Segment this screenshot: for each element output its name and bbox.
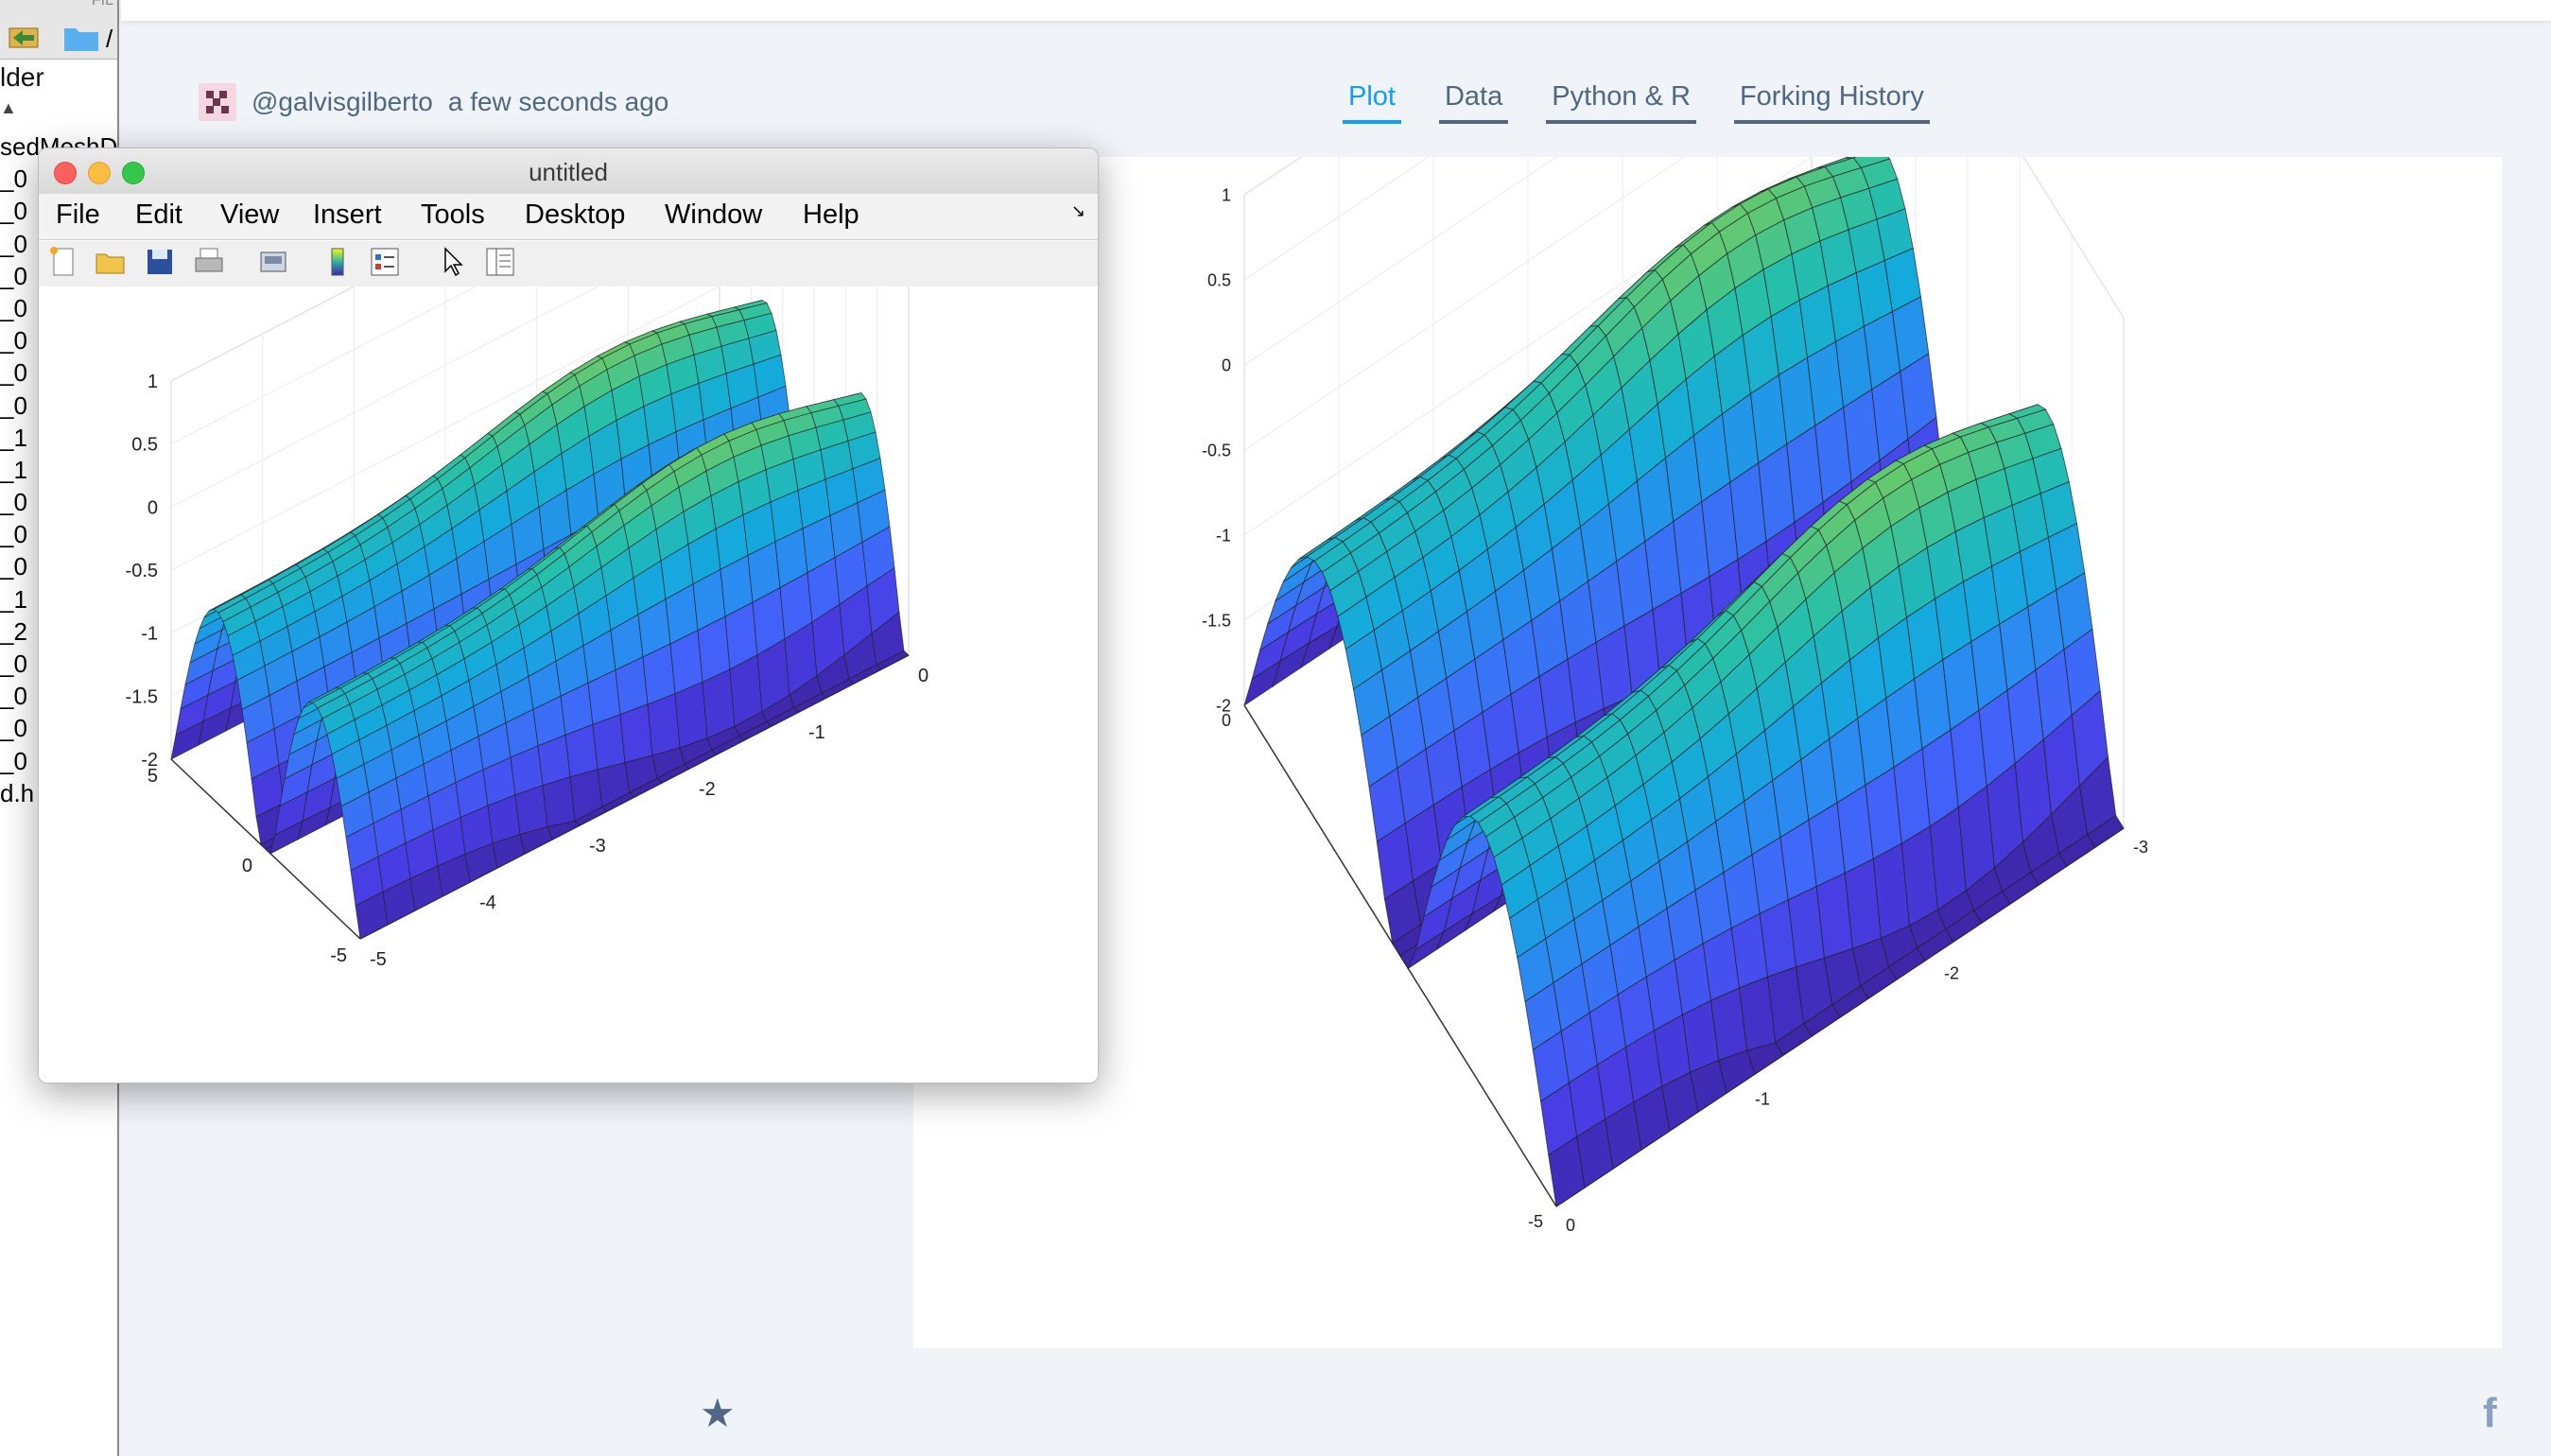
pointer-icon[interactable] <box>436 245 470 279</box>
z-tick-label: -0.5 <box>1202 441 1231 459</box>
pane-title-fragment: FIL <box>91 0 113 9</box>
surface-patch <box>542 776 576 828</box>
y-tick-label: 0 <box>1222 711 1231 730</box>
z-tick-label: -1.5 <box>1202 611 1231 630</box>
x-tick-label: -5 <box>370 949 387 970</box>
x-tick-label: -4 <box>479 893 496 913</box>
surface-patch <box>592 714 626 771</box>
z-tick-label: -1 <box>141 624 158 645</box>
folder-icon[interactable] <box>62 21 100 55</box>
site-header-bar <box>121 0 2551 21</box>
y-tick-label: -5 <box>1528 1212 1543 1231</box>
z-tick-label: -0.5 <box>126 561 158 581</box>
tab-data[interactable]: Data <box>1438 81 1509 124</box>
menu-file[interactable]: File <box>56 199 100 231</box>
z-tick-label: -1.5 <box>126 686 158 707</box>
z-tick-label: 1 <box>1222 185 1231 204</box>
star-icon[interactable]: ★ <box>700 1390 736 1436</box>
new-figure-icon[interactable] <box>46 245 80 279</box>
z-tick-label: 0 <box>148 497 158 518</box>
x-tick-label: -2 <box>699 779 716 800</box>
x-tick-label: -3 <box>589 836 606 857</box>
x-tick-label: -1 <box>1755 1090 1770 1109</box>
x-tick-label: 0 <box>918 666 928 686</box>
plotly-surface-chart[interactable]: 10.50-0.5-1-1.5-20-1-2-30-5 <box>913 0 2502 1348</box>
surface-patch <box>619 703 653 764</box>
surface-patch <box>647 693 681 756</box>
menu-tools[interactable]: Tools <box>421 199 485 231</box>
x-tick-label: -2 <box>1944 963 1959 982</box>
menu-desktop[interactable]: Desktop <box>525 199 625 231</box>
x-tick-label: -1 <box>808 722 825 743</box>
x-tick-label: 0 <box>1566 1216 1575 1235</box>
matlab-axes-area[interactable]: 1 0.5 0 -0.5 -1 -1.5 -2 -5 -4 -3 -2 -1 0 5 0 -5 <box>39 148 1098 1083</box>
plot-author: @galvisgilberto a few seconds ago <box>199 83 668 121</box>
dock-arrow-icon[interactable]: ↘ <box>1071 201 1085 221</box>
author-username[interactable]: @galvisgilberto <box>252 87 433 117</box>
column-header[interactable]: lder <box>0 62 44 93</box>
go-up-folder-icon[interactable] <box>6 19 43 53</box>
avatar-pattern-icon <box>206 91 229 113</box>
z-tick-label: 0 <box>1222 355 1231 374</box>
menu-view[interactable]: View <box>220 199 279 231</box>
file-browser-toolbar: FIL / <box>0 0 117 60</box>
open-file-icon[interactable] <box>94 245 128 279</box>
y-tick-label: -5 <box>330 945 347 966</box>
matlab-surface-chart[interactable]: 10.50-0.5-1-1.5-2-5-4-3-2-1050-5 <box>39 148 1098 1083</box>
tab-forking-history[interactable]: Forking History <box>1733 81 1930 124</box>
save-icon[interactable] <box>143 245 177 279</box>
surface-patch <box>674 681 708 749</box>
menu-edit[interactable]: Edit <box>135 199 182 231</box>
window-titlebar[interactable]: untitled <box>39 148 1098 195</box>
tab-python-r[interactable]: Python & R <box>1546 81 1696 124</box>
print-icon[interactable] <box>192 245 226 279</box>
plot-tabs: Plot Data Python & R Forking History <box>1343 81 1930 124</box>
menu-insert[interactable]: Insert <box>313 199 382 231</box>
y-tick-label: 0 <box>242 856 252 876</box>
window-title: untitled <box>529 158 608 186</box>
facebook-icon[interactable]: f <box>2483 1390 2497 1437</box>
user-avatar[interactable] <box>199 83 236 121</box>
menu-window[interactable]: Window <box>665 199 762 231</box>
matlab-figure-window: untitled File Edit View Insert Tools Des… <box>38 147 1099 1083</box>
sort-arrow-icon[interactable]: ▲ <box>0 98 17 118</box>
link-icon[interactable] <box>256 245 290 279</box>
plotly-plot-area[interactable]: 1 0.5 0 -0.5 -1 -1.5 -2 0 -1 -2 -3 0 -5 <box>913 0 2502 1348</box>
z-tick-label: 0.5 <box>131 435 158 456</box>
menu-help[interactable]: Help <box>803 199 859 231</box>
z-tick-label: 0.5 <box>1207 270 1231 289</box>
legend-icon[interactable] <box>368 245 402 279</box>
post-timestamp: a few seconds ago <box>447 87 669 116</box>
surface-patch <box>702 668 736 739</box>
folder-path[interactable]: / <box>106 25 113 54</box>
tab-plot[interactable]: Plot <box>1343 81 1401 124</box>
colorbar-icon[interactable] <box>321 245 355 279</box>
property-inspector-icon[interactable] <box>483 245 517 279</box>
y-tick-label: 5 <box>148 766 158 787</box>
z-tick-label: -1 <box>1216 526 1231 545</box>
z-tick-label: 1 <box>148 372 158 392</box>
x-tick-label: -3 <box>2133 838 2148 857</box>
